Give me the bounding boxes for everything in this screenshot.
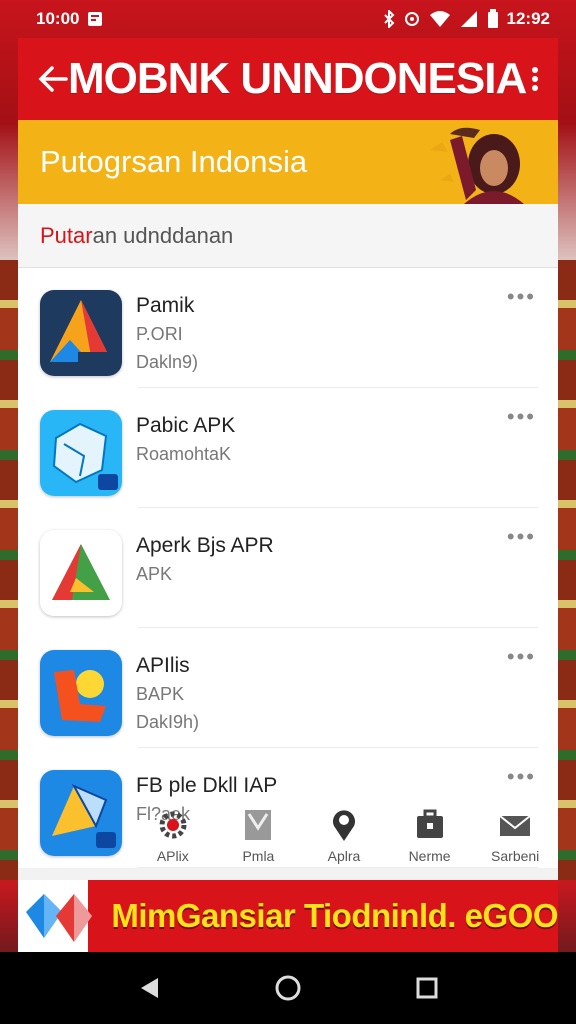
background-left-edge [0,260,20,880]
bluetooth-icon [383,10,394,28]
more-vert-icon [532,67,539,91]
pabic-app-icon [40,410,122,496]
mail-icon [499,815,531,836]
signal-icon [460,11,477,27]
recents-square-icon [416,977,438,999]
section-header-rest: an udnddanan [92,222,234,248]
notification-icon [88,12,103,26]
back-arrow-icon [38,66,68,92]
pamik-app-icon [40,290,122,376]
list-item[interactable]: Pamik P.ORI Dakln9) ••• [18,268,558,388]
overflow-menu-button[interactable] [526,62,544,96]
more-options-button[interactable]: ••• [507,764,536,790]
app-subtitle: P.ORI [136,324,183,344]
app-subtitle-2: DakI9h) [136,712,200,732]
back-triangle-icon [141,978,159,998]
section-header-accent: Putar [40,222,93,248]
app-subtitle: APK [136,564,173,584]
location-pin-icon [332,810,355,841]
nav-item-aplra[interactable]: Aplra [301,808,387,864]
section-header: Putar an udnddanan [18,204,558,268]
footer-promo-banner[interactable]: MimGansiar Tiodninld. eGOO [18,880,558,952]
nav-item-aplix[interactable]: APlix [130,808,216,864]
app-title: MOBNK UNNDONESIA [68,54,527,103]
app-subtitle: RoamohtaK [136,444,232,464]
app-title: Pabic APK [136,414,236,437]
gear-icon [159,811,187,839]
more-options-button[interactable]: ••• [507,644,536,670]
nav-item-pmla[interactable]: Pmla [216,808,302,864]
woman-illustration [430,127,524,204]
status-time-left: 10:00 [36,9,80,28]
map-icon [245,810,272,840]
app-title: Aperk Bjs APR [136,534,274,557]
nav-item-sarbeni[interactable]: Sarbeni [472,808,558,864]
promo-banner[interactable]: Putogrsan Indonsia [18,120,558,204]
nav-item-nerme[interactable]: Nerme [387,808,473,864]
system-recents-button[interactable] [402,963,452,1013]
app-title: APIlis [136,654,190,677]
aperk-app-icon [40,530,122,616]
app-title: Pamik [136,294,195,317]
back-button[interactable] [38,62,68,96]
sync-icon [404,12,419,26]
app-subtitle-2: Dakln9) [136,352,199,372]
list-item[interactable]: Pabic APK RoamohtaK ••• [18,388,558,508]
battery-icon [487,9,498,28]
apilis-app-icon [40,650,122,736]
wifi-icon [429,11,450,27]
nav-label: Nerme [408,848,451,864]
list-item[interactable]: APIlis BAPK DakI9h) ••• [18,628,558,748]
nav-label: Pmla [242,848,275,864]
app-bar: MOBNK UNNDONESIA [18,38,558,120]
app-window: MOBNK UNNDONESIA Putogrsan Indonsia Puta… [18,38,558,952]
status-time-right: 12:92 [506,9,550,28]
app-list: Pamik P.ORI Dakln9) ••• Pabic APK Roamoh… [18,268,558,868]
nav-label: Aplra [327,848,361,864]
more-options-button[interactable]: ••• [507,284,536,310]
fb-app-icon [40,770,122,856]
status-bar: 10:00 12:92 [0,0,576,38]
app-subtitle: BAPK [136,684,185,704]
promo-text: MimGansiar Tiodninld. eGOO [111,897,558,934]
system-navigation-bar [0,952,576,1024]
gem-logo-icon [18,880,97,952]
nav-label: Sarbeni [491,848,540,864]
system-home-button[interactable] [263,963,313,1013]
home-circle-icon [275,975,301,1001]
background-right-edge [556,260,576,880]
system-back-button[interactable] [124,963,174,1013]
more-options-button[interactable]: ••• [507,404,536,430]
nav-label: APlix [156,848,189,864]
app-title: FB ple Dkll IAP [136,774,278,797]
banner-text: Putogrsan Indonsia [40,144,308,179]
list-item[interactable]: Aperk Bjs APR APK ••• [18,508,558,628]
more-options-button[interactable]: ••• [507,524,536,550]
bottom-navigation: APlix Pmla Aplra Nerme Sarbeni [130,808,558,878]
briefcase-icon [416,809,443,838]
